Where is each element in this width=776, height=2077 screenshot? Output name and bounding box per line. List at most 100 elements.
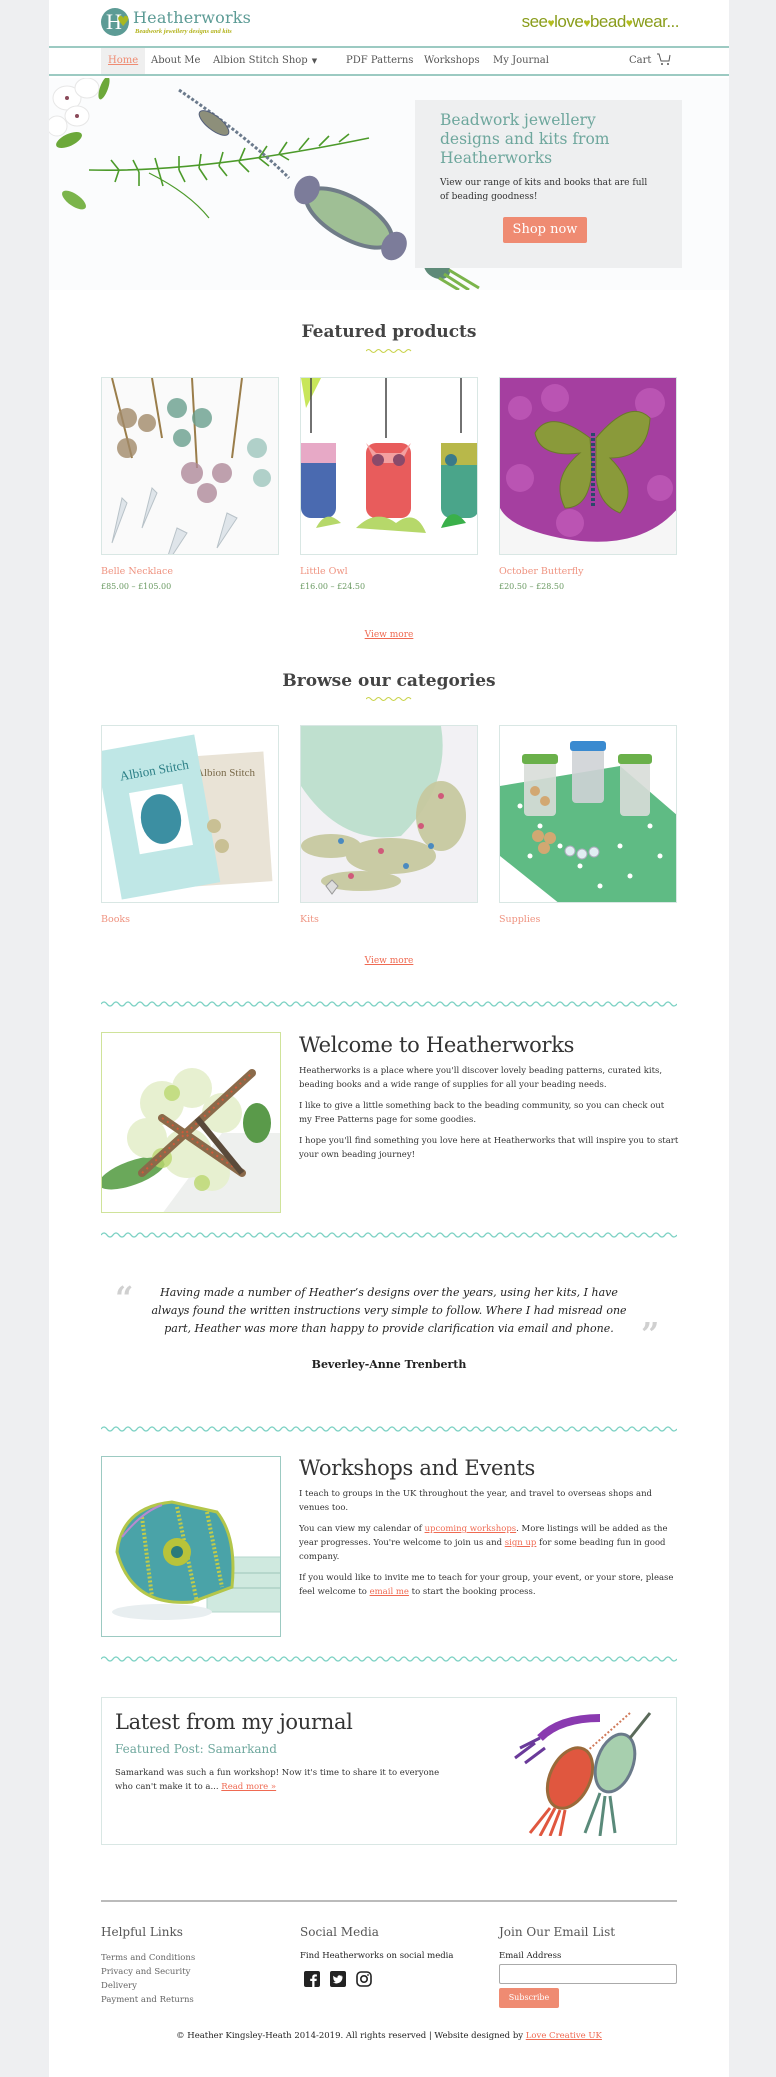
product-card[interactable]: Little Owl £16.00 – £24.50 [300,377,478,591]
slogan-word: see [521,12,548,31]
read-more-link[interactable]: Read more » [221,1782,276,1792]
dragonfly-image [102,1033,280,1212]
helpful-links-title: Helpful Links [101,1925,183,1939]
product-price: £20.50 – £28.50 [499,582,565,591]
nav-workshops[interactable]: Workshops [417,48,487,74]
squiggle-divider [366,697,412,701]
featured-products-title: Featured products [301,322,477,342]
product-price: £16.00 – £24.50 [300,582,366,591]
nav-about-me[interactable]: About Me [144,48,207,74]
category-image[interactable] [300,725,478,903]
slogan: see♥love♥bead♥wear... [521,12,680,32]
category-image[interactable]: Albion Stitch Albion Stitch [101,725,279,903]
workshops-paragraph: You can view my calendar of upcoming wor… [299,1522,679,1564]
subscribe-button[interactable]: Subscribe [499,1988,559,2008]
social-text: Find Heatherworks on social media [300,1951,454,1961]
footer-helpful-links: Helpful Links Terms and Conditions Priva… [101,1925,291,2007]
payment-returns-link[interactable]: Payment and Returns [101,1993,291,2007]
nav-albion-stitch[interactable]: Albion Stitch [206,48,286,74]
wave-divider [101,1001,677,1007]
nav-home[interactable]: Home [101,48,146,74]
email-input[interactable] [499,1964,677,1984]
nav-pdf-patterns[interactable]: PDF Patterns [339,48,420,74]
slogan-word: love [554,12,584,31]
email-me-link[interactable]: email me [370,1587,409,1597]
nav-shop[interactable]: Shop ▼ [275,48,324,74]
cart-link[interactable]: Cart [622,48,678,74]
open-quote-icon: “ [115,1279,134,1317]
heart-icon: ♥ [117,14,130,30]
copyright: © Heather Kingsley-Heath 2014-2019. All … [49,2031,729,2041]
hero-text: View our range of kits and books that ar… [440,178,648,202]
flowers [49,78,110,210]
welcome-title: Welcome to Heatherworks [299,1033,575,1057]
tassel-image [480,1708,660,1836]
social-icons [300,1971,490,1987]
welcome-paragraph: I hope you'll find something you love he… [299,1136,679,1160]
site-header: H ♥ Heatherworks Beadwork jewellery desi… [49,0,729,46]
workshops-image [101,1456,281,1637]
books-image: Albion Stitch Albion Stitch [102,726,278,902]
bracelet-image [102,1457,280,1636]
category-name[interactable]: Supplies [499,914,677,925]
product-price: £85.00 – £105.00 [101,582,172,591]
upcoming-workshops-link[interactable]: upcoming workshops [425,1524,517,1534]
designer-link[interactable]: Love Creative UK [526,2031,602,2041]
product-image[interactable] [300,377,478,555]
sign-up-link[interactable]: sign up [505,1538,537,1548]
product-name[interactable]: Belle Necklace [101,566,279,577]
journal-box: Latest from my journal Featured Post: Sa… [101,1697,677,1845]
welcome-paragraph: I like to give a little something back t… [299,1101,665,1125]
heart-icon: ♥ [583,16,590,30]
facebook-icon[interactable] [304,1971,320,1987]
owl-image [301,378,477,554]
view-more-categories-link[interactable]: View more [49,956,729,966]
cart-icon [657,53,671,65]
delivery-link[interactable]: Delivery [101,1979,291,1993]
product-image[interactable] [101,377,279,555]
terms-link[interactable]: Terms and Conditions [101,1951,291,1965]
category-card[interactable]: Supplies [499,725,677,925]
workshops-paragraph: I teach to groups in the UK throughout t… [299,1489,653,1513]
copyright-text: © Heather Kingsley-Heath 2014-2019. All … [176,2031,526,2041]
workshops-text: Workshops and Events I teach to groups i… [299,1456,679,1599]
shop-now-button[interactable]: Shop now [503,217,587,243]
squiggle-divider [366,349,412,353]
slogan-word: bead [589,12,626,31]
supplies-image [500,726,676,902]
text: to start the booking process. [408,1587,536,1597]
twitter-icon[interactable] [330,1971,346,1987]
text: You can view my calendar of [299,1524,425,1534]
nav-my-journal[interactable]: My Journal [486,48,556,74]
category-name[interactable]: Books [101,914,279,925]
logo-tagline: Beadwork jewellery designs and kits [135,28,232,35]
cart-label: Cart [629,55,652,66]
journal-image[interactable] [480,1708,660,1836]
email-label: Email Address [499,1951,562,1961]
slogan-word: wear... [632,12,679,31]
instagram-icon[interactable] [356,1971,372,1987]
wave-divider [101,1232,677,1238]
category-card[interactable]: Kits [300,725,478,925]
wave-divider [101,1656,677,1662]
nav-shop-label: Shop [282,55,308,66]
category-card[interactable]: Albion Stitch Albion Stitch Books [101,725,279,925]
product-card[interactable]: Belle Necklace £85.00 – £105.00 [101,377,279,591]
site-logo[interactable]: H ♥ Heatherworks Beadwork jewellery desi… [101,8,251,40]
view-more-products-link[interactable]: View more [49,630,729,640]
journal-title: Latest from my journal [115,1710,353,1734]
necklace-image [102,378,278,554]
product-name[interactable]: October Butterfly [499,566,677,577]
privacy-link[interactable]: Privacy and Security [101,1965,291,1979]
email-list-title: Join Our Email List [499,1925,616,1939]
close-quote-icon: ” [641,1315,660,1353]
hero-banner: Beadwork jewellery designs and kits from… [49,78,729,290]
product-name[interactable]: Little Owl [300,566,478,577]
product-image[interactable] [499,377,677,555]
featured-post-title[interactable]: Featured Post: Samarkand [115,1742,277,1756]
category-name[interactable]: Kits [300,914,478,925]
chevron-down-icon: ▼ [311,57,318,65]
footer-divider [101,1900,677,1902]
category-image[interactable] [499,725,677,903]
product-card[interactable]: October Butterfly £20.50 – £28.50 [499,377,677,591]
